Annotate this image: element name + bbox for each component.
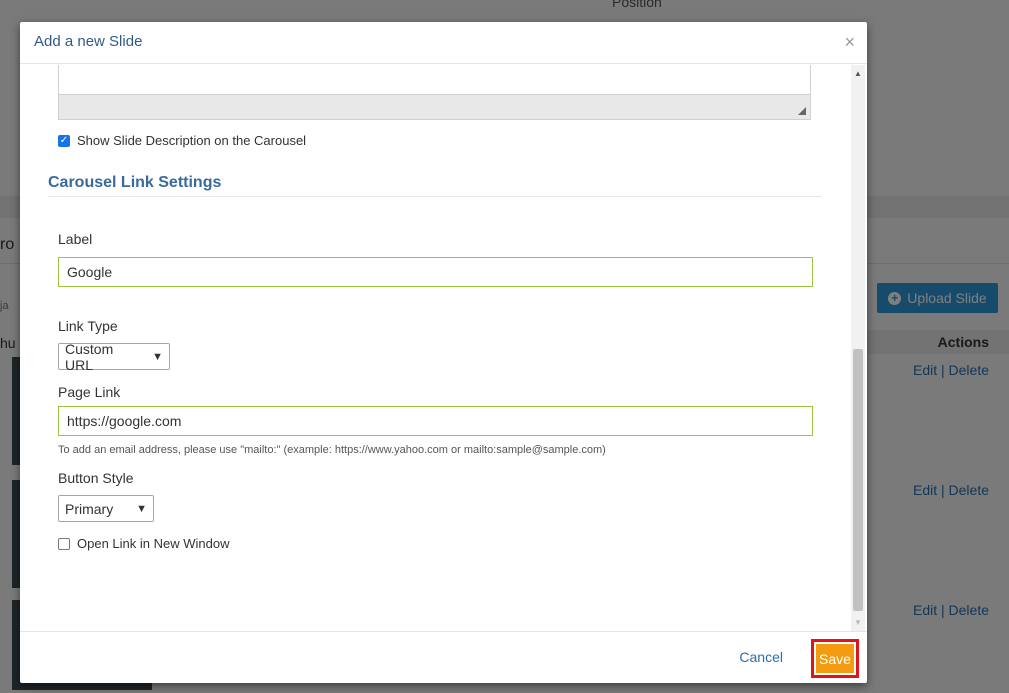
page-link-label: Page Link (58, 384, 121, 400)
chevron-down-icon: ▼ (152, 350, 163, 363)
new-window-row[interactable]: Open Link in New Window (58, 536, 229, 551)
resize-handle-icon[interactable] (798, 107, 806, 115)
link-type-label: Link Type (58, 318, 118, 334)
scroll-up-icon[interactable]: ▲ (854, 69, 862, 78)
show-description-checkbox[interactable]: ✓ (58, 134, 70, 147)
page-link-help-text: To add an email address, please use "mai… (58, 444, 606, 456)
modal-footer: Cancel Save (20, 631, 867, 683)
modal-scrollbar[interactable]: ▲ ▼ (851, 65, 865, 631)
save-button[interactable]: Save (816, 644, 854, 673)
label-field-label: Label (58, 231, 93, 247)
modal-scroll-content: ✓ Show Slide Description on the Carousel… (20, 65, 849, 631)
show-description-row[interactable]: ✓ Show Slide Description on the Carousel (58, 133, 306, 148)
chevron-down-icon: ▼ (136, 502, 147, 515)
save-highlight: Save (811, 639, 859, 678)
link-type-value: Custom URL (65, 340, 114, 373)
slide-description-textarea[interactable] (58, 65, 811, 120)
editor-status-bar (59, 94, 810, 119)
section-divider (48, 196, 821, 197)
button-style-label: Button Style (58, 470, 134, 486)
modal-body: ✓ Show Slide Description on the Carousel… (20, 65, 867, 631)
new-window-checkbox[interactable] (58, 537, 70, 550)
button-style-select[interactable]: Primary ▼ (58, 495, 154, 522)
cancel-button[interactable]: Cancel (739, 649, 783, 665)
close-icon[interactable]: × (844, 32, 855, 53)
add-slide-modal: Add a new Slide × ✓ Show Slide Descripti… (20, 22, 867, 683)
modal-title: Add a new Slide (34, 33, 143, 50)
carousel-link-settings-heading: Carousel Link Settings (48, 174, 222, 191)
page-link-input[interactable]: https://google.com (58, 406, 813, 436)
button-style-value: Primary (65, 500, 114, 517)
scroll-down-icon[interactable]: ▼ (854, 618, 862, 627)
label-input[interactable]: Google (58, 257, 813, 287)
link-type-select[interactable]: Custom URL ▼ (58, 340, 170, 373)
show-description-label: Show Slide Description on the Carousel (77, 133, 307, 148)
modal-header: Add a new Slide × (20, 22, 867, 64)
new-window-label: Open Link in New Window (77, 536, 230, 551)
scrollbar-thumb[interactable] (853, 349, 863, 611)
